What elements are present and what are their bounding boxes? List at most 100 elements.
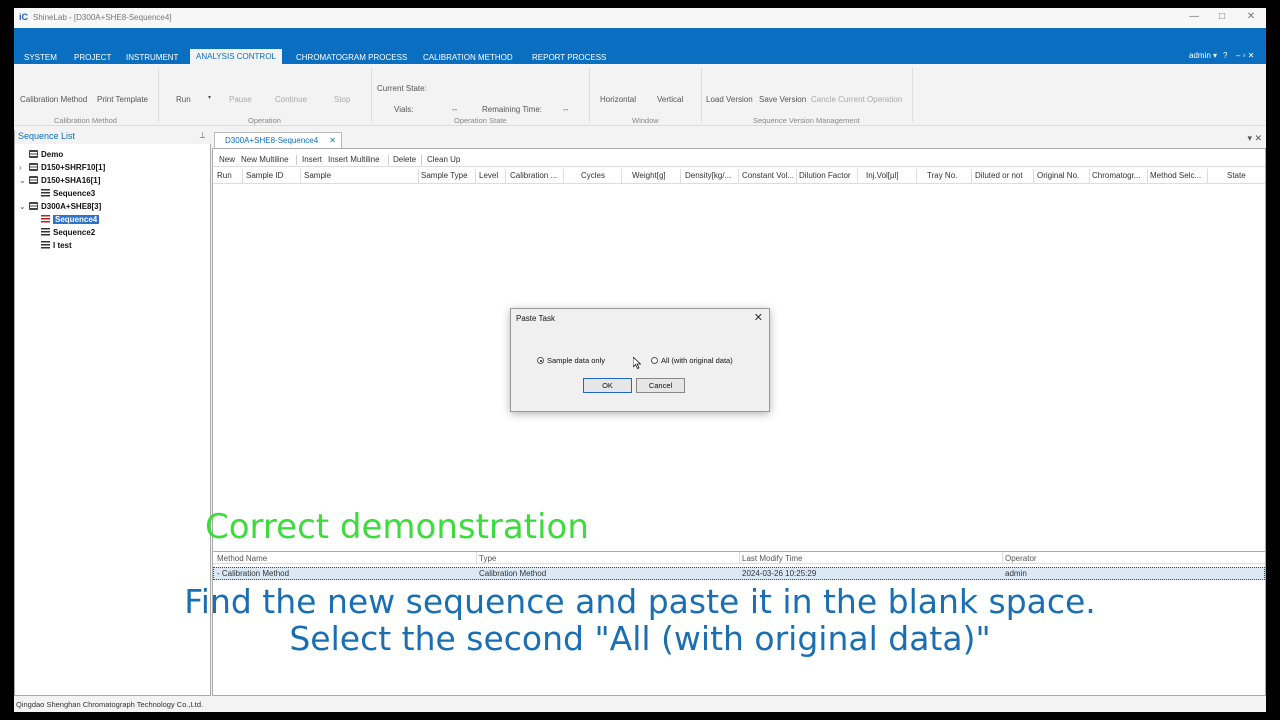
ribbon-divider [701,68,702,122]
tree-item-label: Sequence4 [53,215,100,224]
radio-label: All (with original data) [661,356,733,365]
minimize-icon[interactable]: — [1187,11,1201,22]
chevron-down-icon[interactable]: ⌄ [19,201,29,212]
vertical-button[interactable]: Vertical [657,95,683,104]
col-method-name[interactable]: Method Name [217,554,267,563]
col-calibration[interactable]: Calibration ... [510,171,562,182]
caption-line-1: Find the new sequence and paste it in th… [184,582,1096,621]
method-table-header: Method Name Type Last Modify Time Operat… [213,551,1265,564]
tree-item-d150-sha16[interactable]: ⌄ D150+SHA16[1] [19,175,100,186]
continue-button[interactable]: Continue [275,95,307,104]
user-menu[interactable]: admin ▾ [1189,51,1217,60]
tree-item-d150-shrf10[interactable]: › D150+SHRF10[1] [19,162,105,173]
radio-label: Sample data only [547,356,605,365]
col-density[interactable]: Density[kg/... [685,171,737,182]
tree-item-label: Sequence3 [53,189,96,198]
cancel-current-operation-button[interactable]: Cancle Current Operation [811,95,902,104]
col-state[interactable]: State [1227,171,1257,182]
radio-dot [537,357,544,364]
radio-dot [651,357,658,364]
ok-button[interactable]: OK [583,378,632,393]
tab-d300a-she8-sequence4[interactable]: D300A+SHE8-Sequence4 ✕ [214,132,342,148]
run-dropdown-icon[interactable]: ▾ [208,94,211,101]
column-divider [1002,552,1003,564]
col-type[interactable]: Type [479,554,496,563]
insert-button[interactable]: Insert [302,155,322,164]
toolbar-divider [388,155,389,165]
col-diluted-or-not[interactable]: Diluted or not [975,171,1031,182]
cell-last-modify-time: 2024-03-26 10:25:29 [742,569,817,578]
col-constant-volume[interactable]: Constant Vol... [742,171,796,182]
col-sample-id[interactable]: Sample ID [246,171,298,182]
column-divider [796,169,797,184]
delete-button[interactable]: Delete [393,155,416,164]
menu-calibration-method[interactable]: CALIBRATION METHOD [417,51,519,64]
horizontal-button[interactable]: Horizontal [600,95,636,104]
tree-item-demo[interactable]: Demo [19,149,63,160]
print-template-button[interactable]: Print Template [97,95,148,104]
database-icon [29,202,38,210]
pin-icon[interactable]: ⊥ [199,128,206,144]
col-run[interactable]: Run [217,171,241,182]
col-sample-type[interactable]: Sample Type [421,171,473,182]
tree-item-sequence2[interactable]: Sequence2 [41,227,95,238]
insert-multiline-button[interactable]: Insert Multiline [328,155,380,164]
chevron-right-icon[interactable]: › [19,162,29,173]
close-icon[interactable]: ✕ [754,311,763,324]
radio-all-with-original-data[interactable]: All (with original data) [651,356,733,365]
menu-project[interactable]: PROJECT [68,51,117,64]
help-icon[interactable]: ? [1223,51,1227,60]
col-original-no[interactable]: Original No. [1037,171,1089,182]
col-level[interactable]: Level [479,171,505,182]
stop-button[interactable]: Stop [334,95,350,104]
clean-up-button[interactable]: Clean Up [427,155,460,164]
caption-line-2: Select the second "All (with original da… [289,619,991,658]
cancel-button[interactable]: Cancel [636,378,685,393]
chevron-down-icon[interactable]: ⌄ [19,175,29,186]
remaining-time-value: -- [563,105,569,114]
maximize-icon[interactable]: □ [1215,11,1229,22]
tab-overflow-controls[interactable]: ▾ ✕ [1247,133,1262,144]
col-last-modify-time[interactable]: Last Modify Time [742,554,802,563]
table-row[interactable]: - Calibration Method Calibration Method … [213,567,1265,580]
list-icon [41,228,50,236]
col-weight[interactable]: Weight[g] [632,171,678,182]
col-method-selection[interactable]: Method Selc... [1150,171,1206,182]
run-button[interactable]: Run [176,95,191,104]
col-dilution-factor[interactable]: Dilution Factor [799,171,855,182]
menu-system[interactable]: SYSTEM [18,51,63,64]
load-version-button[interactable]: Load Version [706,95,753,104]
tree-item-sequence3[interactable]: Sequence3 [41,188,95,199]
new-multiline-button[interactable]: New Multiline [241,155,289,164]
column-divider [505,169,506,184]
database-icon [29,176,38,184]
new-button[interactable]: New [219,155,235,164]
save-version-button[interactable]: Save Version [759,95,806,104]
col-inj-vol[interactable]: Inj.Vol[µl] [866,171,916,182]
column-divider [971,169,972,184]
menu-report-process[interactable]: REPORT PROCESS [526,51,612,64]
col-chromatogram[interactable]: Chromatogr... [1092,171,1146,182]
tree-item-i-test[interactable]: I test [41,240,72,251]
col-operator[interactable]: Operator [1005,554,1037,563]
close-tab-icon[interactable]: ✕ [329,133,336,148]
group-label-window: Window [632,116,659,125]
menu-chromatogram-process[interactable]: CHROMATOGRAM PROCESS [290,51,413,64]
calibration-method-button[interactable]: Calibration Method [20,95,87,104]
col-sample[interactable]: Sample [304,171,414,182]
col-cycles[interactable]: Cycles [581,171,619,182]
pause-button[interactable]: Pause [229,95,252,104]
radio-sample-data-only[interactable]: Sample data only [537,356,605,365]
ribbon-divider [589,68,590,122]
menu-instrument[interactable]: INSTRUMENT [120,51,184,64]
tree-item-label: D150+SHA16[1] [41,176,101,185]
title-bar: iC ShineLab - [D300A+SHE8-Sequence4] — □… [14,8,1266,28]
menu-analysis-control[interactable]: ANALYSIS CONTROL [190,49,282,64]
mdi-window-controls[interactable]: ‒ ▫ ✕ [1236,51,1254,60]
tree-item-label: Sequence2 [53,228,96,237]
tree-item-sequence4[interactable]: Sequence4 [41,214,100,225]
col-tray-no[interactable]: Tray No. [927,171,971,182]
database-icon [29,163,38,171]
close-icon[interactable]: ✕ [1244,11,1258,22]
tree-item-d300a-she8[interactable]: ⌄ D300A+SHE8[3] [19,201,101,212]
